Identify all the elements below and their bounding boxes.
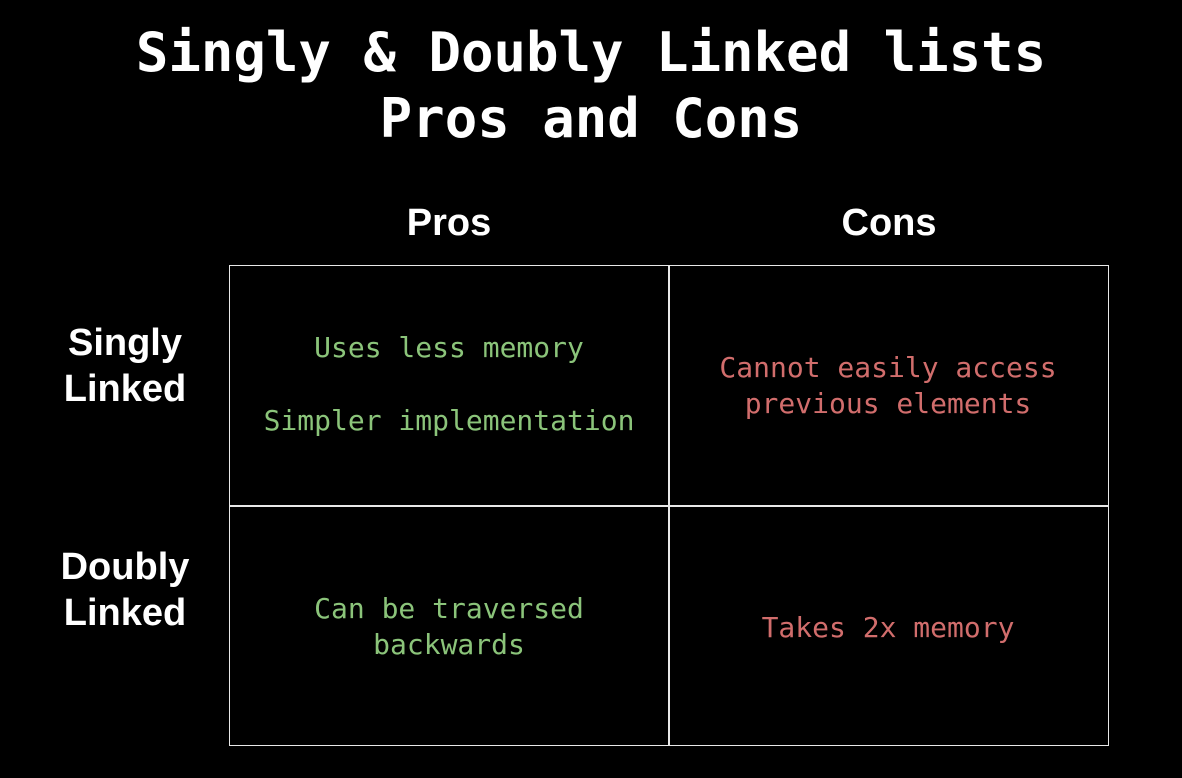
cell-singly-pros-item-1: Uses less memory bbox=[314, 331, 584, 364]
cell-singly-cons-line-1: Cannot easily access bbox=[719, 351, 1057, 384]
column-header-pros: Pros bbox=[406, 202, 492, 244]
cell-doubly-cons-line-1: Takes 2x memory bbox=[761, 611, 1015, 644]
row-header-singly-line-2: Linked bbox=[63, 368, 187, 410]
row-header-singly-line-1: Singly bbox=[67, 322, 183, 364]
title-line-2: Pros and Cons bbox=[379, 87, 803, 150]
row-header-doubly-line-2: Linked bbox=[63, 592, 187, 634]
cell-doubly-pros-line-2: backwards bbox=[373, 628, 525, 661]
column-header-cons: Cons bbox=[841, 202, 937, 244]
cell-doubly-pros: Can be traversed backwards bbox=[230, 591, 668, 663]
cell-singly-cons: Cannot easily access previous elements bbox=[669, 350, 1107, 422]
table-row-divider bbox=[229, 505, 1109, 507]
cell-doubly-cons: Takes 2x memory bbox=[669, 610, 1107, 646]
cell-doubly-pros-line-1: Can be traversed bbox=[314, 592, 584, 625]
cell-singly-pros-item-2: Simpler implementation bbox=[263, 404, 635, 437]
row-header-doubly-linked: Doubly Linked bbox=[20, 544, 230, 636]
cell-singly-pros: Uses less memory Simpler implementation bbox=[230, 330, 668, 439]
row-header-doubly-line-1: Doubly bbox=[60, 546, 190, 588]
page-title: Singly & Doubly Linked lists Pros and Co… bbox=[0, 20, 1182, 152]
title-line-1: Singly & Doubly Linked lists bbox=[135, 21, 1047, 84]
row-header-singly-linked: Singly Linked bbox=[20, 320, 230, 412]
cell-singly-cons-line-2: previous elements bbox=[744, 387, 1032, 420]
